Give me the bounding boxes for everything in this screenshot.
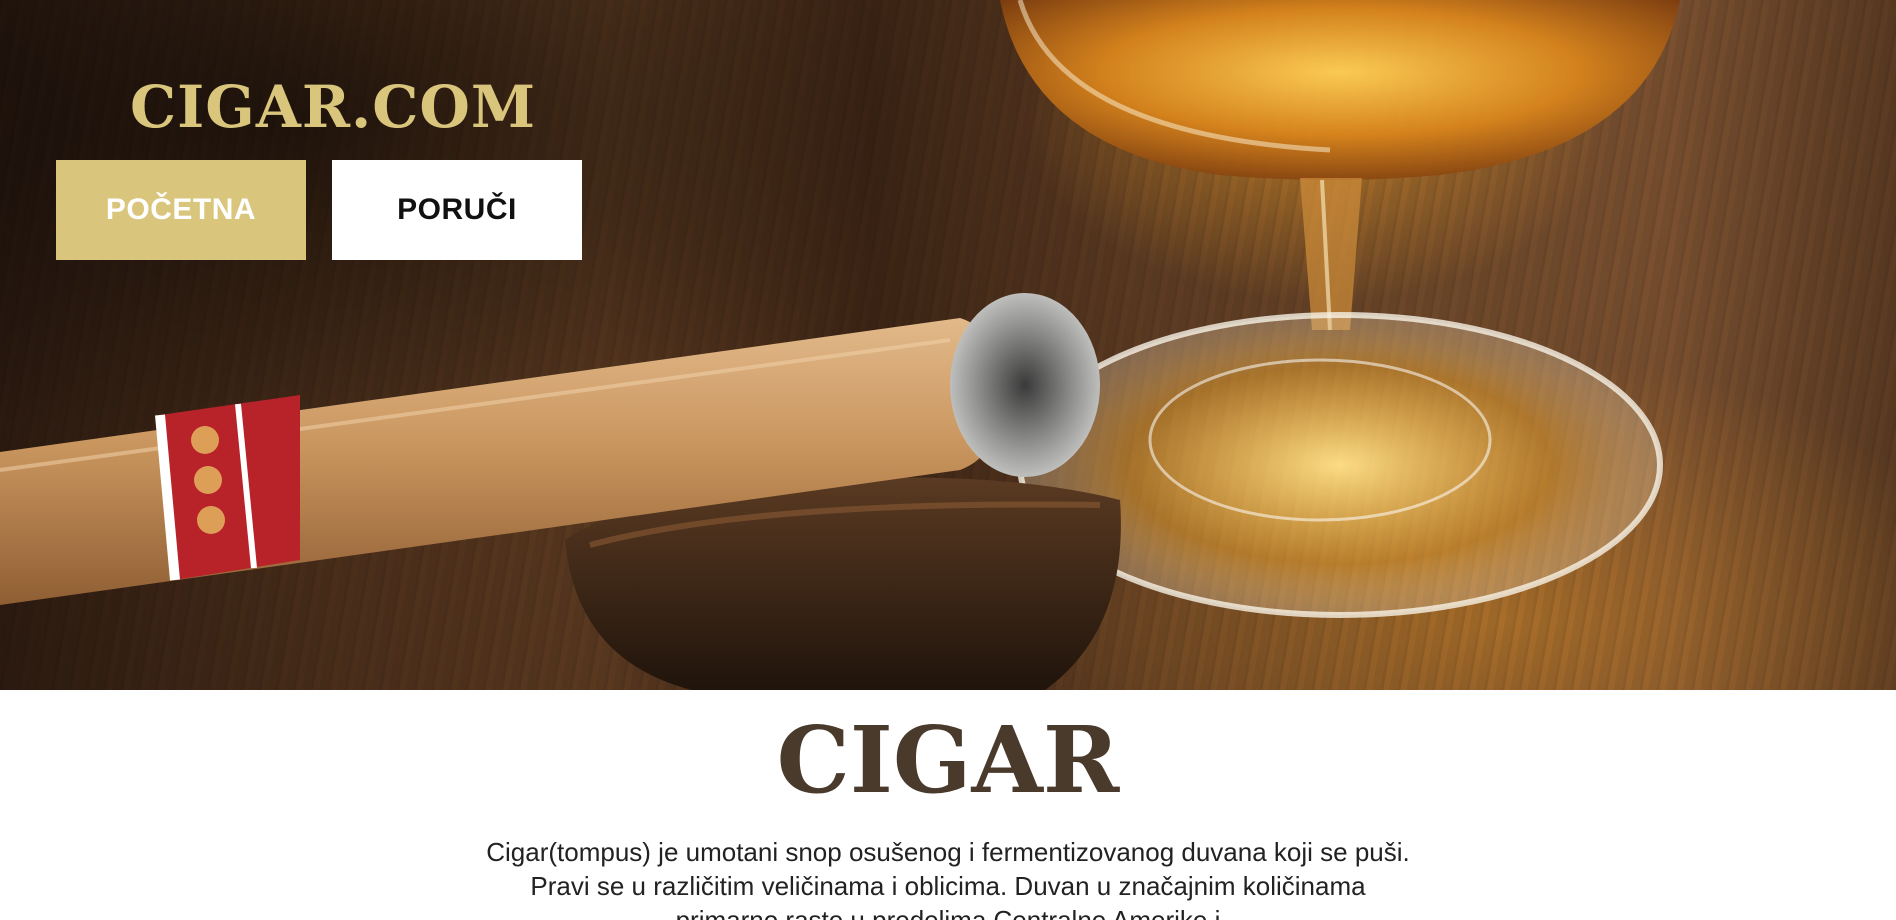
site-logo[interactable]: CIGAR.COM <box>130 78 536 136</box>
main-content: CIGAR Cigar(tompus) je umotani snop osuš… <box>0 690 1896 920</box>
intro-paragraph: Cigar(tompus) je umotani snop osušenog i… <box>486 836 1410 920</box>
nav-order-button[interactable]: PORUČI <box>332 160 582 260</box>
nav-home-button[interactable]: POČETNA <box>56 160 306 260</box>
main-nav: POČETNA PORUČI <box>56 160 582 260</box>
page-title: CIGAR <box>776 706 1120 814</box>
hero-banner: CIGAR.COM POČETNA PORUČI <box>0 0 1896 690</box>
